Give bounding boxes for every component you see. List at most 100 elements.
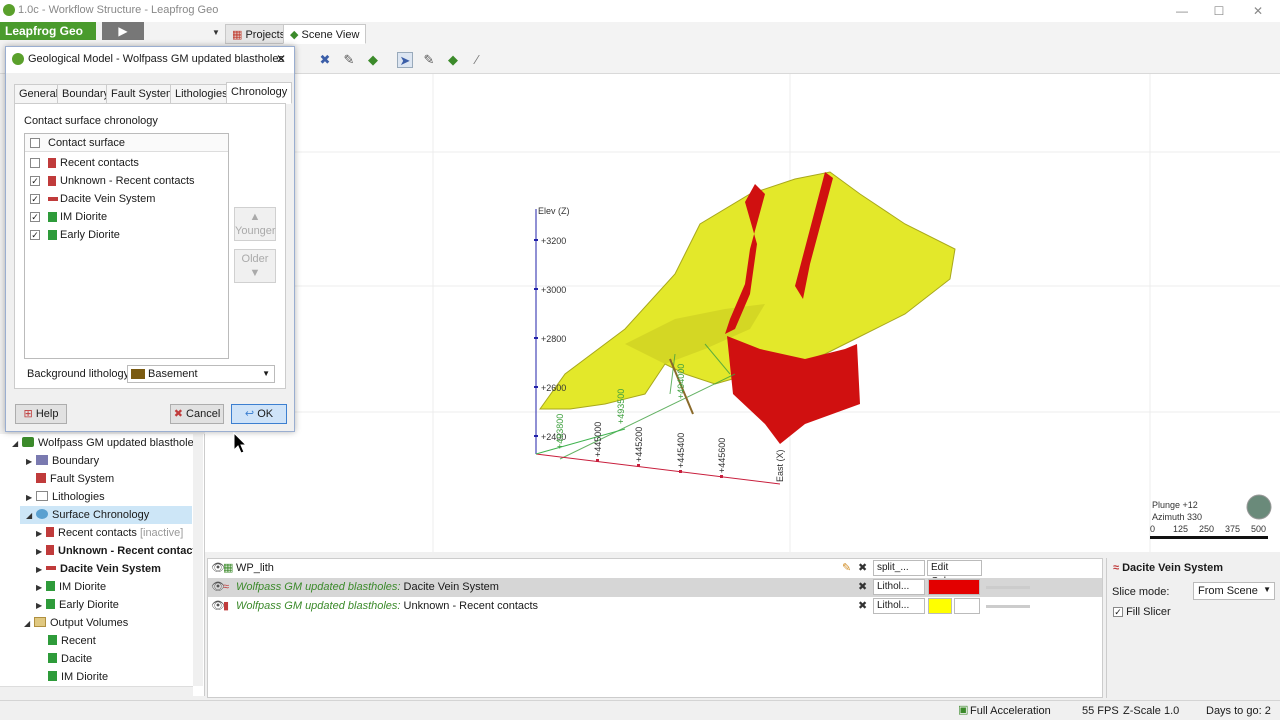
item-checkbox[interactable]: ✓ xyxy=(30,212,40,222)
tree-item-surface-chronology[interactable]: ◢ Surface Chronology xyxy=(20,506,192,524)
dialog-close-button[interactable]: ✕ xyxy=(276,52,286,66)
shape-row-selected[interactable]: 👁 ≈ Wolfpass GM updated blastholes: Daci… xyxy=(208,578,1102,597)
select-all-checkbox[interactable] xyxy=(30,138,40,148)
display-dropdown[interactable]: Lithol... xyxy=(873,579,925,595)
list-item[interactable]: ✓ Early Diorite xyxy=(25,226,228,244)
shape-row[interactable]: 👁 ▮ Wolfpass GM updated blastholes: Unkn… xyxy=(208,597,1102,616)
draw-icon[interactable]: ✎ xyxy=(421,52,437,68)
list-item[interactable]: ✓ Dacite Vein System xyxy=(25,190,228,208)
color-swatch[interactable] xyxy=(928,579,980,595)
pencil-icon[interactable]: ✎ xyxy=(842,559,851,578)
tree-item-early-diorite[interactable]: ▶ Early Diorite xyxy=(36,596,119,614)
tree-item-fault-system[interactable]: Fault System xyxy=(36,470,114,488)
help-label: Help xyxy=(35,408,59,420)
z-tick-label: +2800 xyxy=(541,334,566,344)
tree-hscrollbar[interactable] xyxy=(0,686,193,696)
tree-item-recent[interactable]: Recent xyxy=(48,632,96,650)
y-tick-label: +493500 xyxy=(616,389,626,424)
tree-item-unknown-recent[interactable]: ▶ Unknown - Recent contacts xyxy=(36,542,202,560)
brand-menu-button[interactable]: Leapfrog Geo xyxy=(0,22,96,40)
opacity-slider[interactable] xyxy=(986,605,1030,608)
display-dropdown[interactable]: split_... xyxy=(873,560,925,576)
background-lithology-select[interactable]: Basement ▼ xyxy=(127,365,275,383)
vein-icon: ≈ xyxy=(1113,562,1120,574)
contact-icon xyxy=(46,545,54,555)
gpu-icon: ▣ xyxy=(958,704,969,716)
tab-general[interactable]: General xyxy=(14,84,64,104)
ok-icon: ↩ xyxy=(244,408,255,420)
orientation-globe-icon[interactable] xyxy=(1246,494,1272,520)
remove-icon[interactable]: ✖ xyxy=(858,578,867,597)
color-swatch[interactable] xyxy=(928,598,952,614)
fill-slicer-checkbox[interactable]: ✓ Fill Slicer xyxy=(1113,606,1171,618)
minimize-button[interactable]: — xyxy=(1170,2,1194,20)
shape-row[interactable]: 👁 ▦ WP_lith ✎ ✖ split_... Edit Colours xyxy=(208,559,1102,587)
select-cursor-icon[interactable]: ➤ xyxy=(397,52,413,68)
close-window-button[interactable]: ✕ xyxy=(1246,2,1270,20)
scene-3d-view[interactable]: Elev (Z) +3200 +3000 +2800 +2600 +2400 +… xyxy=(205,74,1280,552)
tool-icon-1[interactable]: ✖ xyxy=(317,52,333,68)
scene-canvas[interactable]: Elev (Z) +3200 +3000 +2800 +2600 +2400 +… xyxy=(205,74,1280,552)
list-item-label: Recent contacts xyxy=(60,157,139,169)
tree-item-boundary[interactable]: ▶ Boundary xyxy=(26,452,99,470)
play-button[interactable]: ▶ xyxy=(102,22,144,40)
tree-item-im-diorite-volume[interactable]: IM Diorite xyxy=(48,668,108,686)
z-tick-label: +2600 xyxy=(541,383,566,393)
scale-tick: 375 xyxy=(1225,524,1240,534)
slice-mode-select[interactable]: From Scene ▼ xyxy=(1193,582,1275,600)
tree-item-label: Dacite xyxy=(61,653,93,665)
list-item[interactable]: ✓ Unknown - Recent contacts xyxy=(25,172,228,190)
background-lithology-label: Background lithology: xyxy=(27,368,133,380)
tree-item-recent-contacts[interactable]: ▶ Recent contacts [inactive] xyxy=(36,524,183,542)
tree-item-im-diorite[interactable]: ▶ IM Diorite xyxy=(36,578,106,596)
list-item[interactable]: ✓ IM Diorite xyxy=(25,208,228,226)
edit-colours-button[interactable]: Edit Colours xyxy=(927,560,982,587)
younger-button[interactable]: ▲ Younger xyxy=(234,207,276,241)
tree-item-output-volumes[interactable]: ◢ Output Volumes xyxy=(24,614,128,632)
cancel-button[interactable]: ✖ Cancel xyxy=(170,404,224,424)
maximize-button[interactable]: ☐ xyxy=(1207,2,1231,20)
list-item-label: IM Diorite xyxy=(60,211,108,223)
older-button[interactable]: Older ▼ xyxy=(234,249,276,283)
shape-prefix: Wolfpass GM updated blastholes: xyxy=(236,600,401,612)
tree-item-label: IM Diorite xyxy=(59,581,107,593)
tab-scene-view[interactable]: ◆ Scene View xyxy=(283,24,367,44)
item-checkbox[interactable]: ✓ xyxy=(30,176,40,186)
plunge-readout: Plunge +12 xyxy=(1152,500,1198,510)
opacity-slider[interactable] xyxy=(986,586,1030,589)
fps-readout: 55 FPS xyxy=(1082,705,1119,717)
properties-panel: ≈ Dacite Vein System Slice mode: From Sc… xyxy=(1106,558,1280,698)
chronology-icon xyxy=(36,509,48,519)
list-item[interactable]: Recent contacts xyxy=(25,154,228,172)
shape-icon[interactable]: ◆ xyxy=(365,52,381,68)
ok-button[interactable]: ↩ OK xyxy=(231,404,287,424)
help-button[interactable]: ⊞ Help xyxy=(15,404,67,424)
item-checkbox[interactable] xyxy=(30,158,40,168)
arrow-down-icon: ▼ xyxy=(249,267,261,279)
vein-icon xyxy=(46,566,56,570)
tree-item-dacite[interactable]: Dacite xyxy=(48,650,92,668)
remove-icon[interactable]: ✖ xyxy=(858,597,867,616)
tab-lithologies[interactable]: Lithologies xyxy=(170,84,233,104)
display-dropdown[interactable]: Lithol... xyxy=(873,598,925,614)
z-scale-readout[interactable]: Z-Scale 1.0 xyxy=(1123,705,1179,717)
tab-chronology[interactable]: Chronology xyxy=(226,82,293,104)
shape-name: WP_lith xyxy=(236,562,274,574)
list-icon xyxy=(36,491,48,501)
ruler-icon[interactable]: ✎ xyxy=(341,52,357,68)
tree-item-model[interactable]: ◢ Wolfpass GM updated blastholes xyxy=(12,434,199,452)
tree-vscrollbar[interactable] xyxy=(193,434,203,686)
item-checkbox[interactable]: ✓ xyxy=(30,230,40,240)
tree-item-lithologies[interactable]: ▶ Lithologies xyxy=(26,488,105,506)
tree-item-dacite-vein[interactable]: ▶ Dacite Vein System xyxy=(36,560,161,578)
status-bar: ▣ Full Acceleration 55 FPS Z-Scale 1.0 D… xyxy=(0,700,1280,720)
dropdown-arrow-icon[interactable]: ▼ xyxy=(212,28,220,37)
item-checkbox[interactable]: ✓ xyxy=(30,194,40,204)
fill-slicer-label: Fill Slicer xyxy=(1126,606,1171,618)
y-tick-label: +494000 xyxy=(676,364,686,399)
measure-icon[interactable]: ⁄ xyxy=(469,52,485,68)
remove-icon[interactable]: ✖ xyxy=(858,559,867,578)
properties-title-label: Dacite Vein System xyxy=(1122,562,1223,574)
polyline-icon[interactable]: ◆ xyxy=(445,52,461,68)
color-swatch-secondary[interactable] xyxy=(954,598,980,614)
